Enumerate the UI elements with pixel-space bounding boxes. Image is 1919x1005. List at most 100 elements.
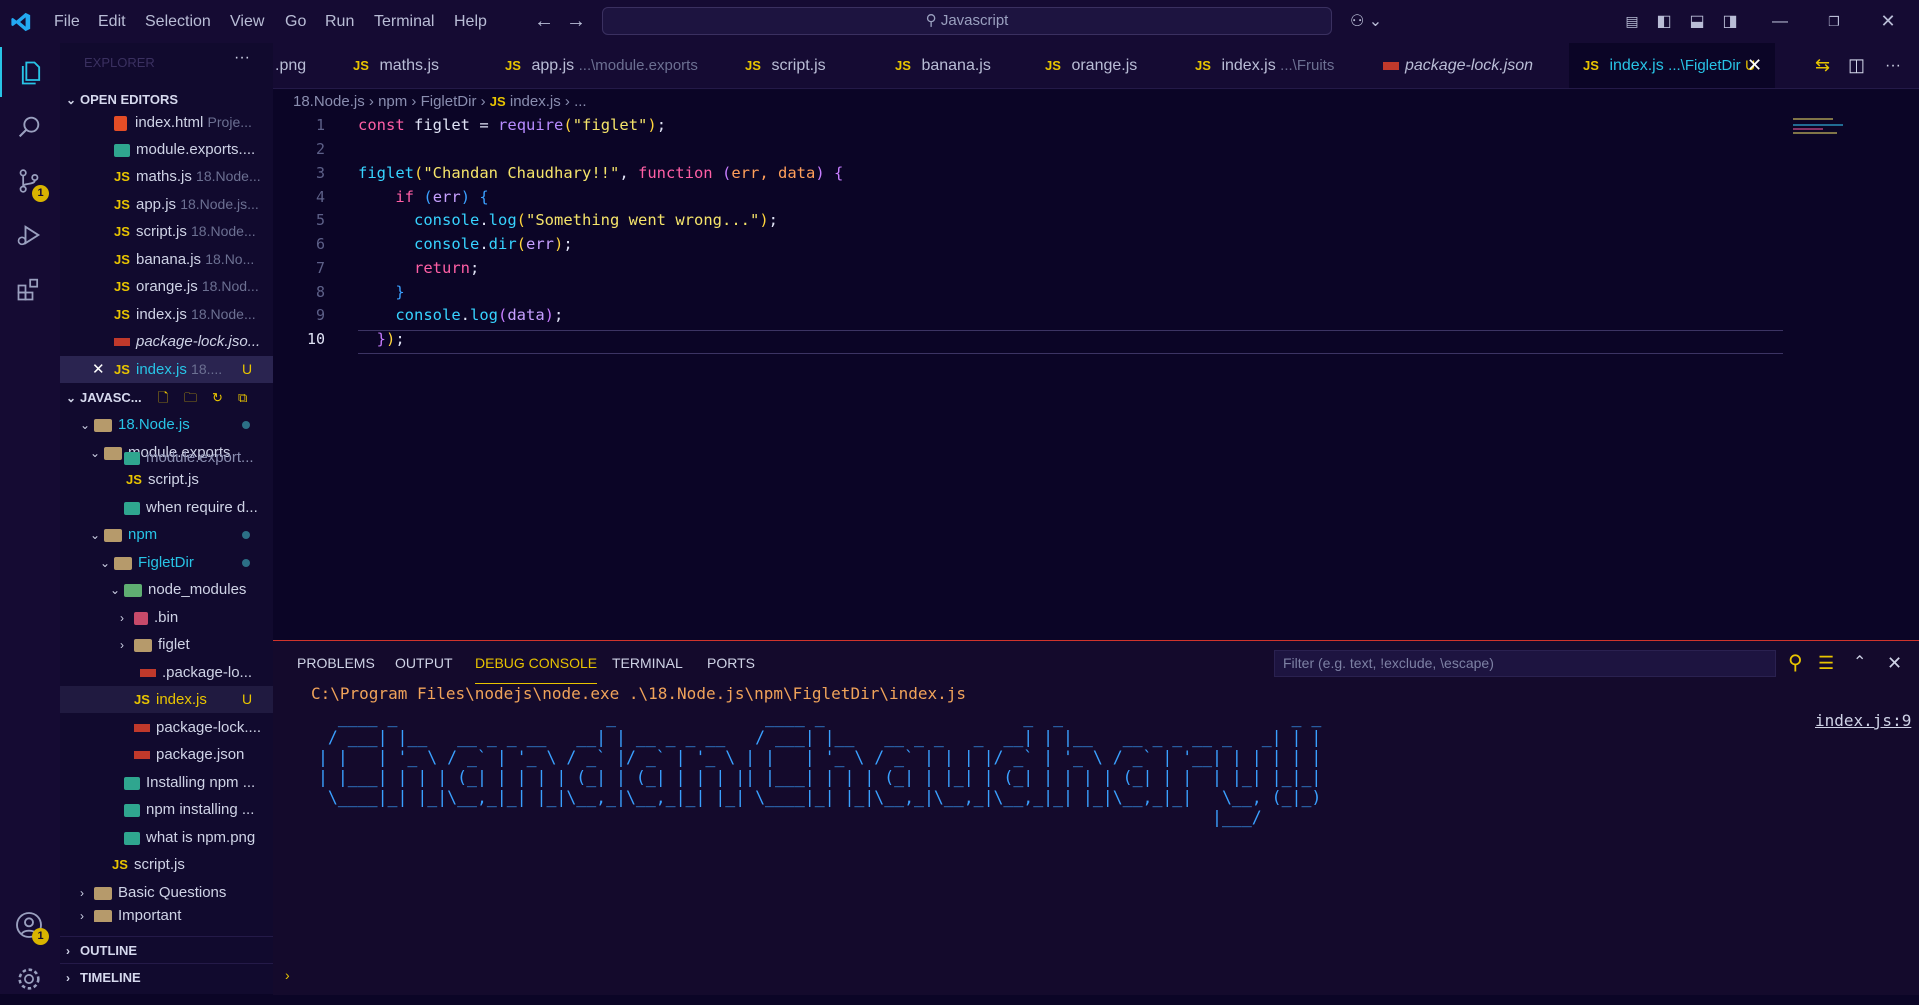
menu-file[interactable]: File xyxy=(54,0,80,43)
tab-index-js-figletdir[interactable]: JS index.js ...\FigletDir U ✕ xyxy=(1569,43,1775,88)
tab-maths-js[interactable]: JS maths.js xyxy=(353,43,473,88)
new-file-icon[interactable]: 🗋 xyxy=(158,384,168,411)
open-editor-item[interactable]: JS index.js 18.Node... xyxy=(60,301,273,328)
panel-tab-output[interactable]: OUTPUT xyxy=(395,641,453,685)
console-filter-input[interactable]: Filter (e.g. text, !exclude, \escape) xyxy=(1274,650,1776,677)
menu-run[interactable]: Run xyxy=(325,0,354,43)
tree-file[interactable]: JS script.js xyxy=(60,466,273,493)
close-window-icon[interactable]: ✕ xyxy=(1868,0,1908,43)
open-editor-item[interactable]: JS maths.js 18.Node... xyxy=(60,163,273,190)
tab-orange-js[interactable]: JS orange.js xyxy=(1045,43,1165,88)
line-number: 9 xyxy=(315,306,325,324)
tree-file[interactable]: JS script.js xyxy=(60,851,273,878)
breadcrumb-item[interactable]: index.js xyxy=(510,93,561,110)
editor-more-icon[interactable]: ··· xyxy=(1885,43,1901,88)
tab-png[interactable]: .png xyxy=(273,43,335,88)
console-command: C:\Program Files\nodejs\node.exe .\18.No… xyxy=(311,684,967,703)
console-prompt-icon[interactable]: › xyxy=(285,967,290,983)
tree-file[interactable]: when require d... xyxy=(60,494,273,521)
open-changes-icon[interactable]: ⇆ xyxy=(1815,43,1830,88)
search-view-icon[interactable] xyxy=(0,101,60,151)
panel-tab-terminal[interactable]: TERMINAL xyxy=(612,641,683,685)
split-editor-icon[interactable]: ◫ xyxy=(1848,43,1865,88)
collapse-all-icon[interactable]: ⧉ xyxy=(238,384,247,411)
explorer-icon[interactable] xyxy=(0,47,60,97)
tree-folder[interactable]: ⌄ 18.Node.js xyxy=(60,411,273,438)
breadcrumb-item[interactable]: 18.Node.js xyxy=(293,93,365,110)
open-editor-item[interactable]: JS script.js 18.Node... xyxy=(60,218,273,245)
npm-icon xyxy=(1383,61,1399,70)
menu-view[interactable]: View xyxy=(230,0,264,43)
minimap[interactable] xyxy=(1793,116,1853,146)
breadcrumb-item[interactable]: FigletDir xyxy=(421,93,477,110)
tab-package-lock-json[interactable]: package-lock.json xyxy=(1383,43,1563,88)
new-folder-icon[interactable]: 🗀 xyxy=(184,384,197,411)
copilot-icon[interactable]: ⚇ ⌄ xyxy=(1350,0,1382,43)
code-line: console.dir(err); xyxy=(414,235,573,253)
tree-folder[interactable]: › Basic Questions xyxy=(60,879,273,906)
find-icon[interactable]: ⚲ xyxy=(1788,641,1803,685)
tree-folder[interactable]: › figlet xyxy=(60,631,273,658)
back-arrow-icon[interactable]: ← xyxy=(534,0,554,43)
code-editor[interactable]: 1 2 3 4 5 6 7 8 9 10 const figlet = requ… xyxy=(273,112,1919,639)
tree-folder[interactable]: ⌄ npm xyxy=(60,521,273,548)
panel-tab-debug-console[interactable]: DEBUG CONSOLE xyxy=(475,641,598,684)
menu-selection[interactable]: Selection xyxy=(145,0,211,43)
command-center-search[interactable]: ⚲ Javascript xyxy=(602,7,1332,35)
tree-file[interactable]: package.json xyxy=(60,741,273,768)
breadcrumb-item[interactable]: ... xyxy=(574,93,587,110)
open-editor-item[interactable]: JS orange.js 18.Nod... xyxy=(60,273,273,300)
close-panel-icon[interactable]: ✕ xyxy=(1887,641,1902,685)
tree-file[interactable]: module.export... xyxy=(60,451,273,467)
menu-terminal[interactable]: Terminal xyxy=(374,0,434,43)
forward-arrow-icon[interactable]: → xyxy=(566,0,586,43)
tab-banana-js[interactable]: JS banana.js xyxy=(895,43,1015,88)
tree-file[interactable]: what is npm.png xyxy=(60,824,273,851)
timeline-header[interactable]: › TIMELINE xyxy=(60,963,273,991)
account-icon[interactable]: 1 xyxy=(0,901,60,951)
tree-folder[interactable]: › .bin xyxy=(60,604,273,631)
tab-app-js[interactable]: JS app.js ...\module.exports xyxy=(505,43,705,88)
manage-gear-icon[interactable] xyxy=(0,955,60,1005)
tree-file[interactable]: npm installing ... xyxy=(60,796,273,823)
tab-index-js-fruits[interactable]: JS index.js ...\Fruits xyxy=(1195,43,1355,88)
tab-script-js[interactable]: JS script.js xyxy=(745,43,865,88)
close-tab-icon[interactable]: ✕ xyxy=(1747,43,1762,88)
tree-folder[interactable]: ⌄ FigletDir xyxy=(60,549,273,576)
open-editor-item[interactable]: JS app.js 18.Node.js... xyxy=(60,191,273,218)
menu-go[interactable]: Go xyxy=(285,0,306,43)
refresh-icon[interactable]: ↻ xyxy=(212,384,223,411)
js-icon: JS xyxy=(126,472,142,487)
source-reference-link[interactable]: index.js:9 xyxy=(1815,711,1911,730)
outline-header[interactable]: › OUTLINE xyxy=(60,936,273,964)
close-icon[interactable]: ✕ xyxy=(92,356,114,383)
clear-console-icon[interactable]: ☰ xyxy=(1818,641,1834,685)
tree-file[interactable]: Installing npm ... xyxy=(60,769,273,796)
workspace-header[interactable]: ⌄ JAVASC... 🗋 🗀 ↻ ⧉ xyxy=(60,384,273,411)
extensions-icon[interactable] xyxy=(0,263,60,313)
tree-file[interactable]: package-lock.... xyxy=(60,714,273,741)
run-debug-icon[interactable] xyxy=(0,209,60,259)
restore-icon[interactable]: ❐ xyxy=(1814,0,1854,43)
menu-help[interactable]: Help xyxy=(454,0,487,43)
minimize-icon[interactable]: — xyxy=(1760,0,1800,43)
source-control-icon[interactable]: 1 xyxy=(0,155,60,205)
tree-folder[interactable]: ⌄ node_modules xyxy=(60,576,273,603)
tree-folder[interactable]: › Important xyxy=(60,906,273,922)
menu-edit[interactable]: Edit xyxy=(98,0,126,43)
panel-tab-ports[interactable]: PORTS xyxy=(707,641,755,685)
open-editor-item[interactable]: module.exports.... xyxy=(60,136,273,163)
search-icon: ⚲ xyxy=(925,12,937,29)
open-editor-item[interactable]: index.html Proje... xyxy=(60,109,273,136)
panel-tab-problems[interactable]: PROBLEMS xyxy=(297,641,375,685)
breadcrumb-item[interactable]: npm xyxy=(378,93,407,110)
open-editor-item-active[interactable]: ✕ JS index.js 18.... U xyxy=(60,356,273,383)
js-icon: JS xyxy=(489,94,506,109)
maximize-panel-icon[interactable]: ⌃ xyxy=(1853,641,1866,685)
tree-file-active[interactable]: JS index.js U xyxy=(60,686,273,713)
open-editor-item[interactable]: JS banana.js 18.No... xyxy=(60,246,273,273)
tree-file[interactable]: .package-lo... xyxy=(60,659,273,686)
open-editor-item[interactable]: package-lock.jso... xyxy=(60,328,273,355)
more-actions-icon[interactable]: ··· xyxy=(234,49,250,67)
toggle-secondary-sidebar-icon[interactable]: ◨ xyxy=(1710,0,1750,43)
